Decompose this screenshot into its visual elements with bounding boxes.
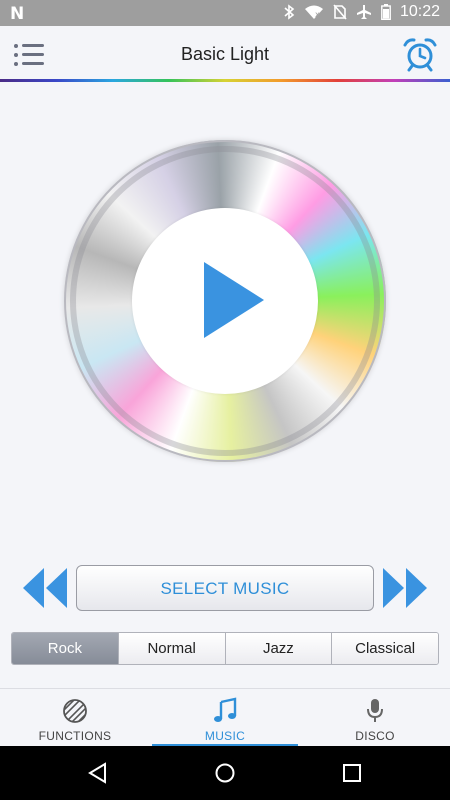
nav-functions-label: FUNCTIONS [38, 729, 112, 743]
music-note-icon [214, 697, 237, 722]
music-disc [64, 140, 386, 462]
bluetooth-icon [284, 4, 295, 20]
svg-text:x: x [315, 10, 320, 19]
genre-classical-tab[interactable]: Classical [331, 633, 438, 664]
recents-icon[interactable] [341, 762, 363, 784]
nav-functions[interactable]: FUNCTIONS [0, 689, 150, 746]
fast-forward-icon[interactable] [382, 566, 428, 610]
notification-n-icon: N [10, 4, 25, 24]
back-icon[interactable] [87, 762, 109, 784]
system-navigation-bar [0, 746, 450, 800]
airplane-icon [356, 5, 371, 19]
nav-disco-label: DISCO [355, 729, 395, 743]
status-icons: x 10:22 [283, 3, 440, 21]
nav-music-label: MUSIC [204, 729, 246, 743]
page-title: Basic Light [180, 44, 270, 64]
play-icon[interactable] [204, 262, 264, 338]
app-header: Basic Light [0, 26, 450, 81]
battery-icon [381, 4, 391, 20]
status-time: 10:22 [399, 3, 440, 20]
status-bar: N x 10:22 [0, 0, 450, 26]
nav-disco[interactable]: DISCO [300, 689, 450, 746]
bottom-navigation: FUNCTIONS MUSIC DISCO [0, 688, 450, 746]
nav-music[interactable]: MUSIC [150, 689, 300, 746]
select-music-button[interactable]: SELECT MUSIC [76, 565, 374, 611]
home-icon[interactable] [214, 762, 236, 784]
microphone-icon [367, 699, 383, 722]
genre-normal-tab[interactable]: Normal [117, 633, 225, 664]
genre-jazz-tab[interactable]: Jazz [224, 633, 332, 664]
alarm-clock-icon[interactable] [402, 36, 438, 72]
no-sim-icon [333, 4, 347, 20]
striped-circle-icon [63, 699, 87, 723]
wifi-icon: x [304, 5, 323, 19]
header-rainbow-divider [0, 79, 450, 82]
rewind-icon[interactable] [22, 566, 68, 610]
genre-rock-tab[interactable]: Rock [12, 633, 118, 664]
genre-selector: Rock Normal Jazz Classical [11, 632, 439, 665]
